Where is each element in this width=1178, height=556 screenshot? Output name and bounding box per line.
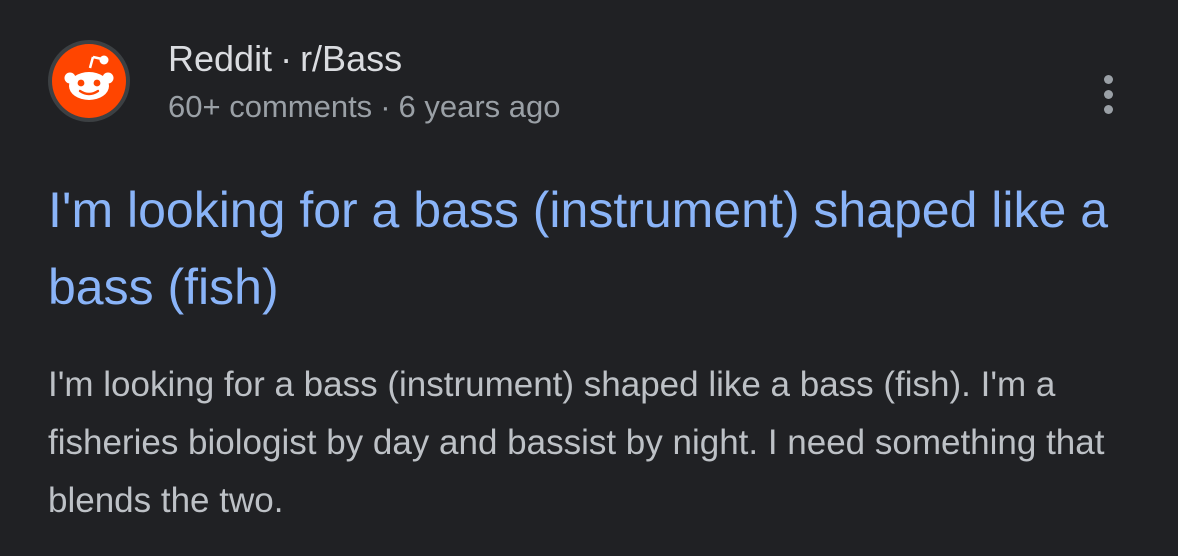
more-vert-icon-dot: [1103, 89, 1113, 99]
result-snippet: I'm looking for a bass (instrument) shap…: [48, 365, 1105, 520]
source-name: Reddit: [168, 38, 273, 79]
post-age: 6 years ago: [398, 89, 561, 124]
separator-dot: ·: [280, 38, 293, 79]
search-result-card[interactable]: Reddit · r/Bass 60+ comments · 6 years ago I…: [0, 0, 1178, 556]
subreddit-name: r/Bass: [300, 38, 403, 79]
comment-count: 60+ comments: [168, 89, 373, 124]
separator-dot: ·: [380, 89, 391, 124]
reddit-favicon-icon: [48, 40, 130, 122]
more-vert-icon-dot: [1103, 104, 1113, 114]
more-options-button[interactable]: [1088, 66, 1128, 122]
source-line: Reddit · r/Bass: [168, 38, 402, 80]
result-title-link[interactable]: I'm looking for a bass (instrument) shap…: [48, 172, 1128, 326]
reddit-snoo-icon: [52, 44, 126, 118]
meta-line: 60+ comments · 6 years ago: [168, 88, 561, 126]
more-vert-icon: [1103, 74, 1113, 84]
